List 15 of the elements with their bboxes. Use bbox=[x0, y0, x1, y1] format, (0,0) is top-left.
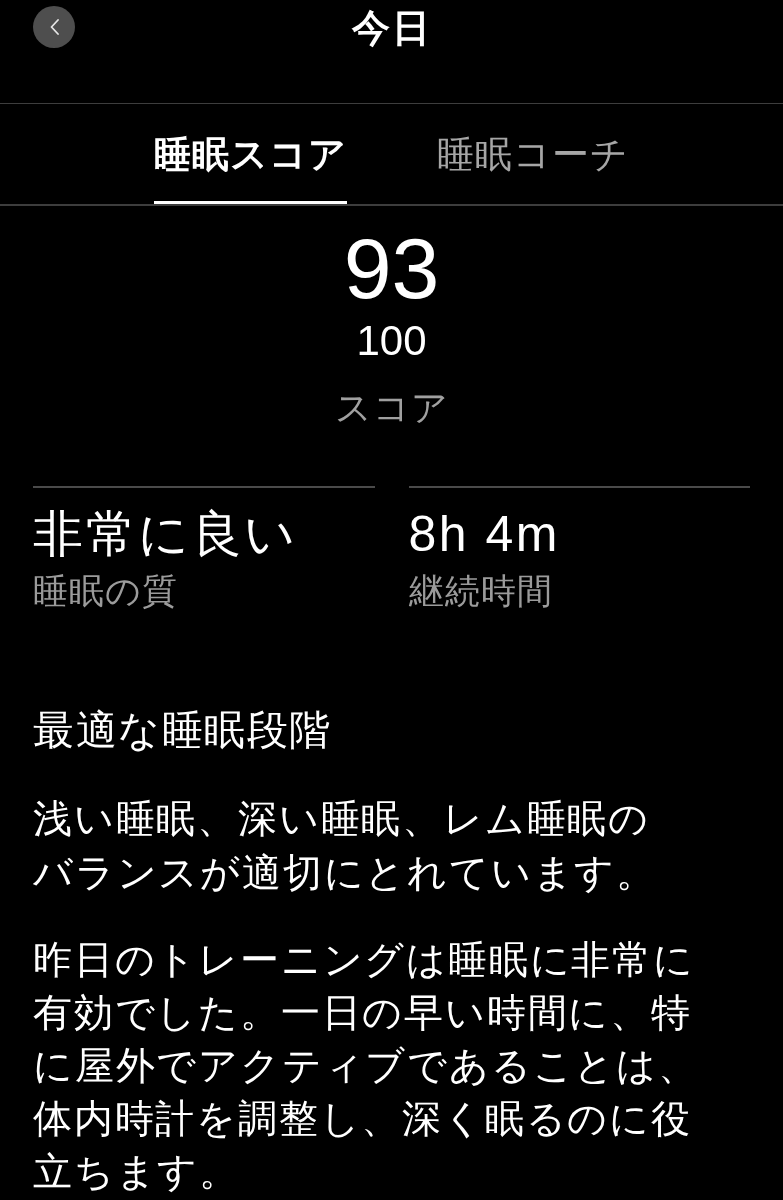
tab[interactable]: 睡眠コーチ bbox=[437, 104, 629, 204]
chevron-left-icon bbox=[49, 19, 59, 35]
tab[interactable]: 睡眠スコア bbox=[154, 104, 347, 204]
score-label: スコア bbox=[334, 388, 449, 428]
stat-value: 8h 4m bbox=[408, 506, 560, 562]
page-title: 今日 bbox=[351, 6, 432, 50]
paragraph: 昨日のトレーニングは睡眠に非常に有効でした。一日の早い時間に、特に屋外でアクティブであることは、体内時計を調整し、深く眠るのに役立ちます。 bbox=[33, 937, 700, 1195]
section-heading: 最適な睡眠段階 bbox=[33, 706, 332, 755]
stat-label: 睡眠の質 bbox=[33, 570, 178, 612]
score-max: 100 bbox=[356, 320, 427, 362]
back-button[interactable] bbox=[33, 6, 75, 48]
paragraph: 浅い睡眠、深い睡眠、レム睡眠のバランスが適切にとれています。 bbox=[33, 796, 658, 896]
stat-value: 非常に良い bbox=[33, 506, 298, 562]
score-value: 93 bbox=[343, 225, 440, 311]
stat-label: 継続時間 bbox=[408, 570, 553, 612]
